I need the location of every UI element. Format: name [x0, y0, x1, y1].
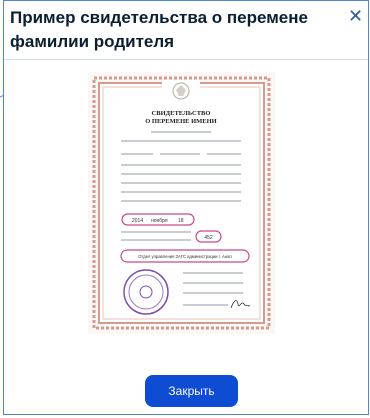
certificate-office: Отдел управления ЗАГС администрации г. А…: [138, 254, 231, 259]
certificate-date-day: 2014: [132, 218, 143, 224]
certificate-date-month: ноября: [151, 218, 168, 224]
modal-title: Пример свидетельства о перемене фамилии …: [10, 8, 308, 51]
divider: [4, 59, 368, 60]
coat-of-arms-icon: [162, 80, 200, 102]
certificate-record-number: 452: [204, 235, 213, 241]
certificate-svg: СВИДЕТЕЛЬСТВО О ПЕРЕМЕНЕ ИМЕНИ 2014 нояб…: [88, 72, 275, 334]
certificate-heading-1: СВИДЕТЕЛЬСТВО: [152, 110, 211, 117]
certificate-date-year: 18: [178, 218, 184, 224]
certificate-heading-2: О ПЕРЕМЕНЕ ИМЕНИ: [145, 118, 217, 125]
close-button[interactable]: Закрыть: [145, 375, 238, 407]
certificate-image: СВИДЕТЕЛЬСТВО О ПЕРЕМЕНЕ ИМЕНИ 2014 нояб…: [88, 72, 275, 334]
close-icon[interactable]: ✕: [348, 7, 363, 25]
